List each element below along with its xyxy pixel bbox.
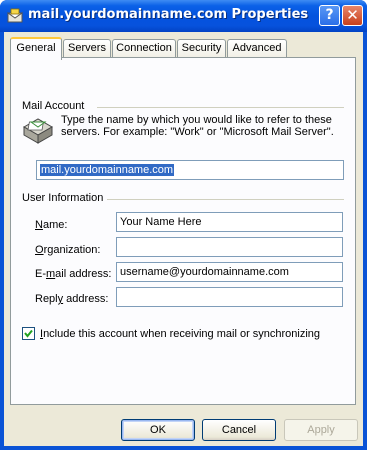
tab-general[interactable]: General [10,37,62,60]
email-field[interactable]: username@yourdomainname.com [116,262,343,282]
help-button[interactable]: ? [319,5,340,26]
apply-button[interactable]: Apply [284,419,358,441]
window-title: mail.yourdomainname.com Properties [28,7,309,22]
checkmark-icon [24,329,33,338]
ok-button[interactable]: OK [121,419,195,441]
close-button[interactable]: ✕ [342,5,363,26]
title-bar[interactable]: mail.yourdomainname.com Properties ? ✕ [0,0,367,32]
cancel-button[interactable]: Cancel [202,419,276,441]
general-tab-panel: Mail Account Type the name by which you … [10,57,356,405]
mail-account-group-label: Mail Account [22,100,89,112]
account-name-field[interactable]: mail.yourdomainname.com [36,160,344,180]
properties-window: mail.yourdomainname.com Properties ? ✕ G… [0,0,367,450]
account-name-value: mail.yourdomainname.com [40,164,175,176]
organization-field[interactable] [116,237,343,257]
tab-security[interactable]: Security [177,39,226,58]
user-info-group-label: User Information [22,192,108,204]
name-field[interactable]: Your Name Here [116,212,343,232]
tab-servers[interactable]: Servers [63,39,111,58]
reply-address-label: Reply address: [35,293,109,305]
mail-account-description: Type the name by which you would like to… [61,114,334,138]
mail-account-icon [7,8,23,23]
close-icon: ✕ [346,6,359,24]
email-label: E-mail address: [35,268,112,280]
mail-account-icon [22,118,54,144]
tab-connection[interactable]: Connection [112,39,176,58]
name-label: Name: [35,219,68,231]
tab-advanced[interactable]: Advanced [227,39,287,58]
help-icon: ? [325,7,334,23]
organization-label: Organization: [35,244,101,256]
include-account-label: Include this account when receiving mail… [40,328,321,340]
include-account-checkbox[interactable] [22,327,35,340]
reply-address-field[interactable] [116,287,343,307]
dialog-client: General Servers Connection Security Adva… [4,32,363,446]
group-divider [97,107,344,108]
group-divider [107,199,344,200]
